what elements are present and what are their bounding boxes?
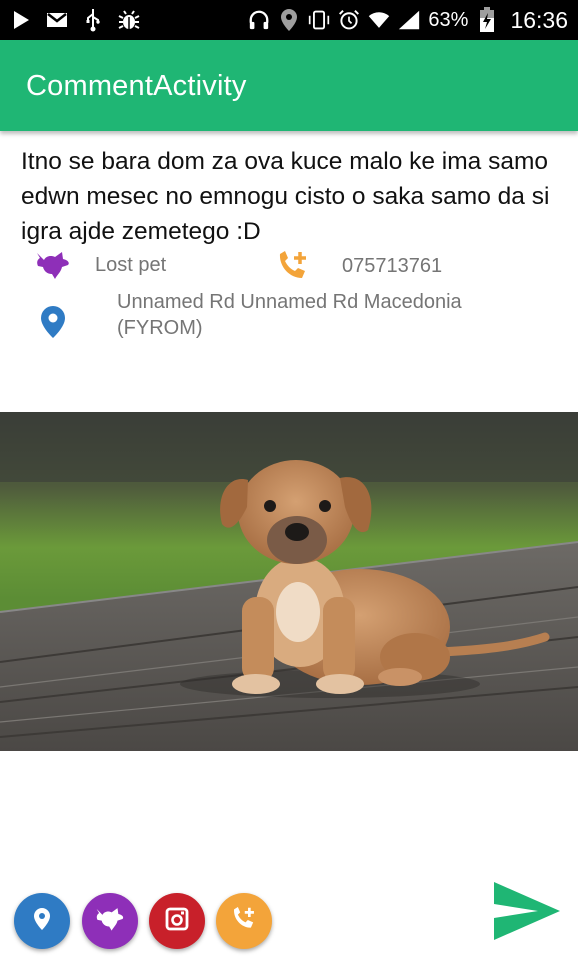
pet-icon <box>95 906 125 937</box>
wifi-icon <box>368 9 390 31</box>
add-call-button[interactable] <box>216 893 272 949</box>
category-label: Lost pet <box>95 253 167 276</box>
pet-photo <box>0 412 578 751</box>
page-title: CommentActivity <box>26 70 247 102</box>
usb-icon <box>82 9 104 32</box>
location-pin-icon <box>33 907 51 936</box>
headset-icon <box>248 9 270 31</box>
battery-icon <box>476 7 498 32</box>
gmail-icon <box>46 9 68 31</box>
vibrate-icon <box>308 9 330 31</box>
address-text: Unnamed Rd Unnamed Rd Macedonia (FYROM) <box>117 291 462 339</box>
app-bar: CommentActivity <box>0 40 578 131</box>
clock: 16:36 <box>510 6 568 33</box>
battery-percent: 63% <box>428 8 469 31</box>
send-button[interactable] <box>490 878 564 946</box>
debug-icon <box>118 9 140 31</box>
instagram-button[interactable] <box>149 893 205 949</box>
category-row: Lost pet <box>35 250 166 280</box>
add-call-icon <box>231 906 257 936</box>
signal-icon <box>398 9 420 31</box>
pet-icon <box>35 250 71 280</box>
puppy-image <box>0 412 578 751</box>
add-call-icon <box>276 250 310 282</box>
send-icon <box>490 882 564 950</box>
play-icon <box>10 9 32 31</box>
phone-number[interactable]: 075713761 <box>342 255 442 278</box>
status-bar: 63% 16:36 <box>0 0 578 40</box>
post-description: Itno se bara dom za ova kuce malo ke ima… <box>21 148 550 245</box>
pet-button[interactable] <box>82 893 138 949</box>
location-button[interactable] <box>14 893 70 949</box>
location-icon <box>278 9 300 31</box>
location-pin-icon <box>40 305 66 339</box>
alarm-icon <box>338 9 360 31</box>
phone-row: 075713761 <box>276 250 442 282</box>
instagram-icon <box>165 907 189 936</box>
